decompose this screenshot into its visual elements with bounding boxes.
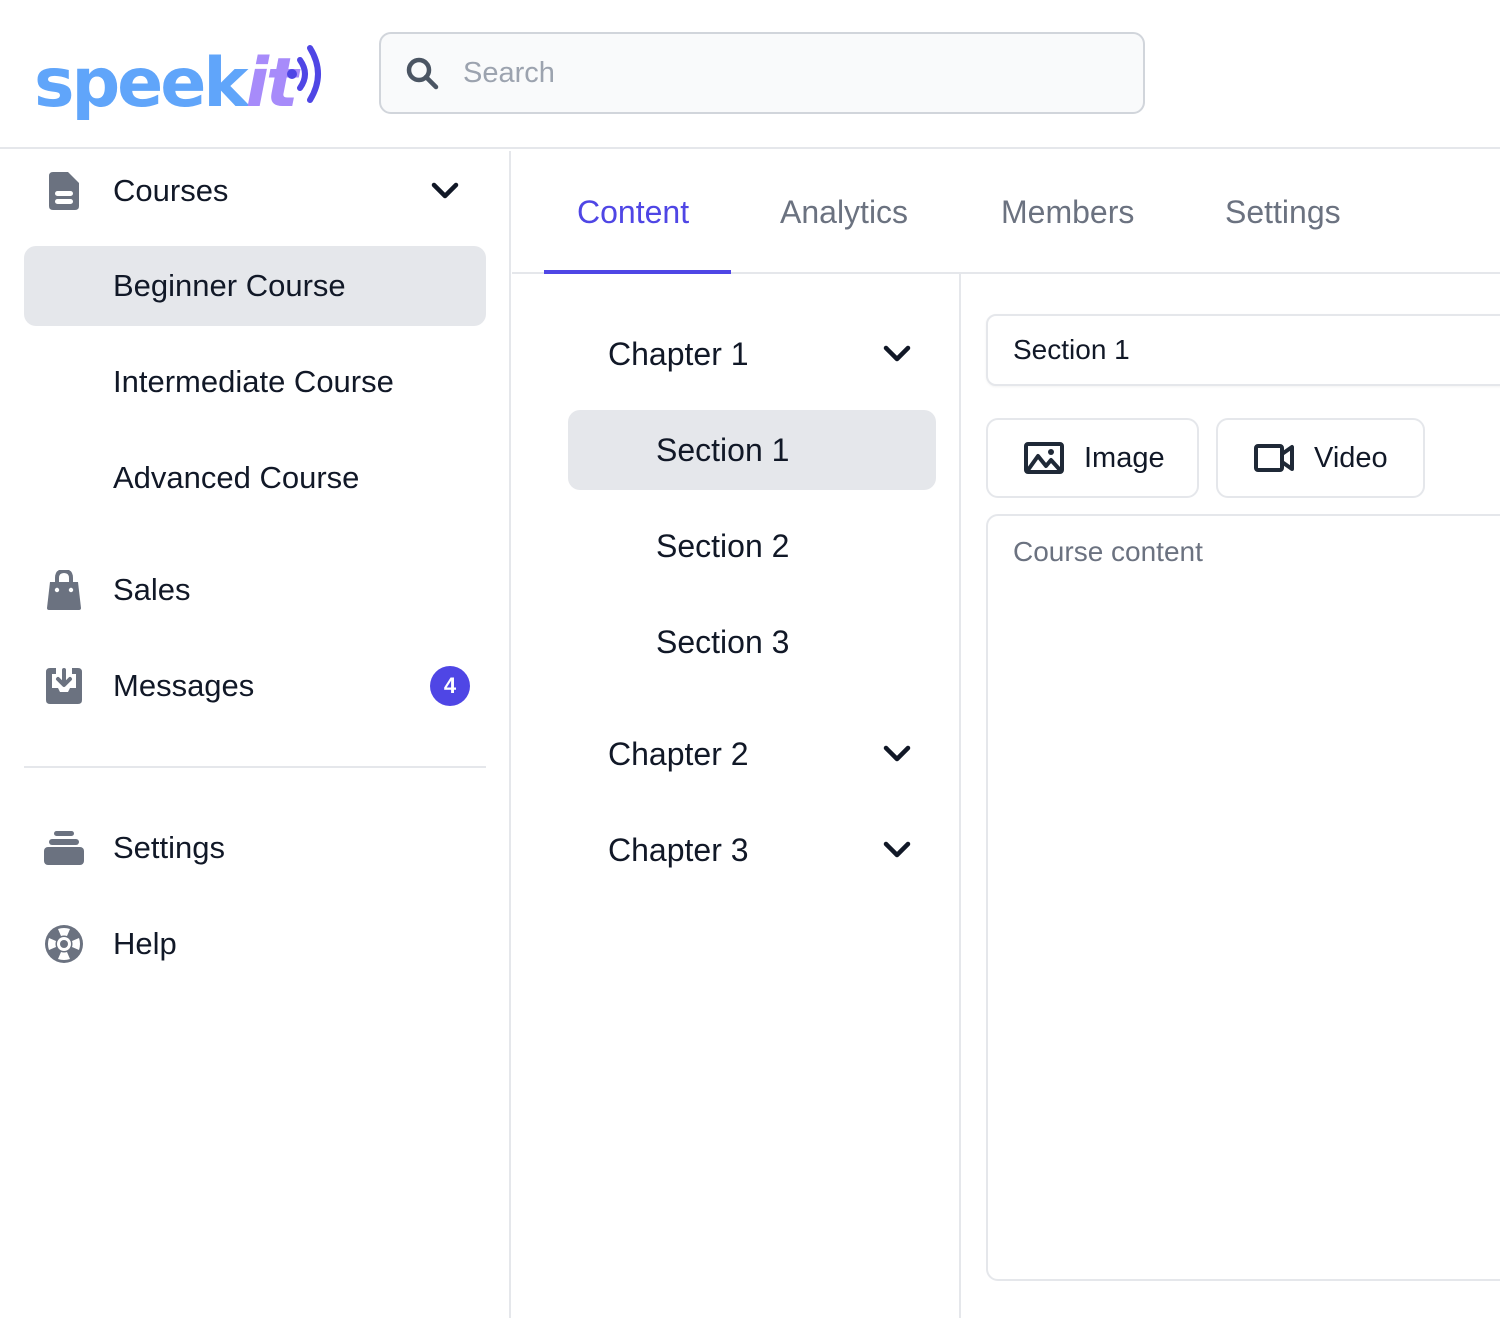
lifebuoy-icon xyxy=(44,924,84,964)
document-icon xyxy=(44,171,84,211)
section-item[interactable]: Section 3 xyxy=(568,602,936,682)
chapter-label: Chapter 2 xyxy=(608,735,749,772)
section-item[interactable]: Section 1 xyxy=(568,410,936,490)
search-icon xyxy=(406,57,439,90)
chapter-label: Chapter 3 xyxy=(608,831,749,868)
chevron-down-icon[interactable] xyxy=(882,744,912,764)
sidebar-label-sales: Sales xyxy=(113,572,191,607)
sound-waves-icon xyxy=(287,45,321,103)
sidebar-item-messages[interactable]: Messages 4 xyxy=(24,646,486,726)
messages-count-badge: 4 xyxy=(430,666,470,706)
image-button-label: Image xyxy=(1084,441,1165,474)
chapter-label: Chapter 1 xyxy=(608,335,749,372)
sidebar-label-messages: Messages xyxy=(113,668,255,703)
sidebar-item-sales[interactable]: Sales xyxy=(24,550,486,630)
chevron-down-icon[interactable] xyxy=(430,181,460,201)
sidebar-item-settings[interactable]: Settings xyxy=(24,808,486,888)
sidebar-divider xyxy=(24,766,486,768)
sidebar-label-intermediate-course: Intermediate Course xyxy=(113,364,394,399)
course-content-textarea[interactable] xyxy=(986,514,1500,1281)
video-camera-icon xyxy=(1254,444,1294,472)
chevron-down-icon[interactable] xyxy=(882,344,912,364)
sidebar-item-courses[interactable]: Courses xyxy=(24,151,486,231)
section-title-input[interactable] xyxy=(986,314,1500,386)
inbox-download-icon xyxy=(44,666,84,706)
sidebar-label-courses: Courses xyxy=(113,173,229,208)
tab-settings[interactable]: Settings xyxy=(1225,151,1341,274)
sidebar-label-help: Help xyxy=(113,926,177,961)
section-label: Section 3 xyxy=(656,623,790,660)
chapter-item[interactable]: Chapter 3 xyxy=(568,810,936,890)
sidebar-label-beginner-course: Beginner Course xyxy=(113,268,346,303)
section-label: Section 1 xyxy=(656,431,790,468)
tab-members[interactable]: Members xyxy=(1001,151,1134,274)
search-box[interactable] xyxy=(379,32,1145,114)
chapter-list: Chapter 1 Section 1 Section 2 Section 3 … xyxy=(512,274,961,1318)
sidebar-item-advanced-course[interactable]: Advanced Course xyxy=(24,438,486,518)
search-input[interactable] xyxy=(463,56,1063,90)
logo-wordmark: speekit xyxy=(34,50,298,118)
add-image-button[interactable]: Image xyxy=(986,418,1199,498)
section-label: Section 2 xyxy=(656,527,790,564)
chevron-down-icon[interactable] xyxy=(882,840,912,860)
tab-content[interactable]: Content xyxy=(577,151,689,274)
image-icon xyxy=(1024,442,1064,474)
course-tabs: Content Analytics Members Settings xyxy=(512,151,1500,274)
sidebar-label-advanced-course: Advanced Course xyxy=(113,460,360,495)
section-item[interactable]: Section 2 xyxy=(568,506,936,586)
sidebar-item-help[interactable]: Help xyxy=(24,904,486,984)
speekit-logo[interactable]: speekit xyxy=(34,34,321,118)
section-editor: Image Video xyxy=(963,274,1500,1318)
top-header: speekit xyxy=(0,0,1500,149)
chapter-item[interactable]: Chapter 1 xyxy=(568,314,936,394)
sidebar-item-beginner-course[interactable]: Beginner Course xyxy=(24,246,486,326)
sidebar: Courses Beginner Course Intermediate Cou… xyxy=(0,151,511,1318)
add-video-button[interactable]: Video xyxy=(1216,418,1425,498)
tab-analytics[interactable]: Analytics xyxy=(780,151,908,274)
video-button-label: Video xyxy=(1314,441,1388,474)
sidebar-item-intermediate-course[interactable]: Intermediate Course xyxy=(24,342,486,422)
shopping-bag-icon xyxy=(44,570,84,610)
logo-speek: speek xyxy=(34,44,249,123)
sidebar-label-settings: Settings xyxy=(113,830,226,865)
chapter-item[interactable]: Chapter 2 xyxy=(568,714,936,794)
stack-icon xyxy=(44,828,84,868)
